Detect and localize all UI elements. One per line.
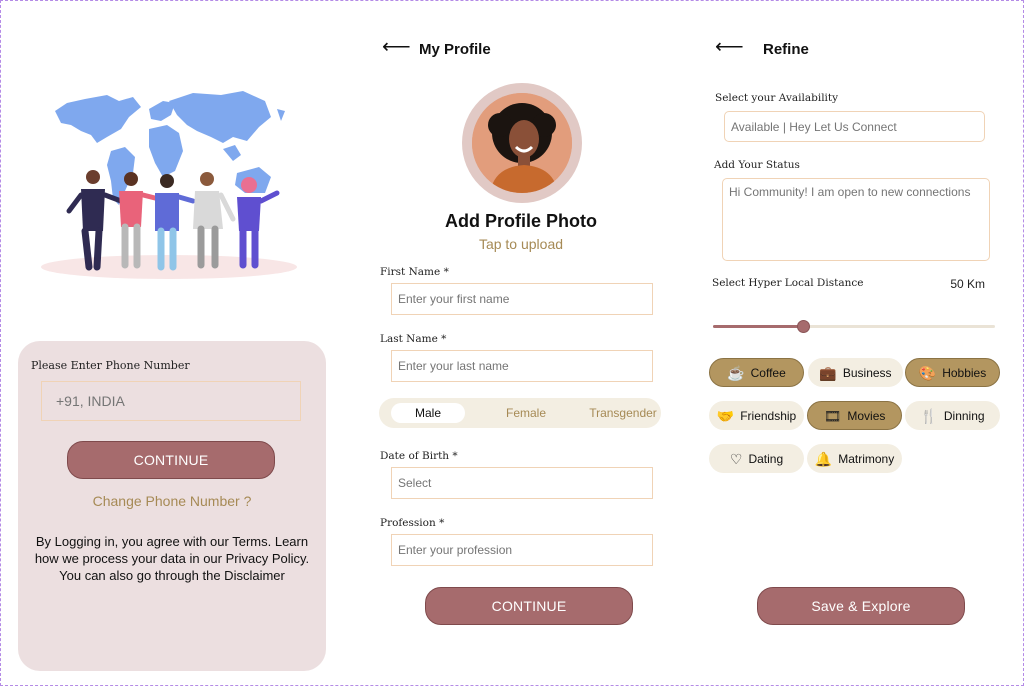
coffee-cup-icon: ☕	[727, 364, 745, 381]
briefcase-icon: 💼	[819, 364, 837, 381]
phone-label: Please Enter Phone Number	[31, 359, 190, 372]
profile-photo-image	[472, 93, 572, 193]
chip-label: Movies	[847, 408, 886, 423]
gender-option-female[interactable]: Female	[489, 403, 563, 423]
status-label: Add Your Status	[714, 159, 800, 171]
gender-option-transgender[interactable]: Transgender	[585, 403, 661, 423]
chip-friendship[interactable]: 🤝 Friendship	[709, 401, 804, 430]
dining-icon: 🍴	[920, 407, 938, 424]
terms-text: By Logging in, you agree with our Terms.…	[34, 534, 310, 583]
last-name-input[interactable]	[391, 350, 653, 382]
tap-to-upload-link[interactable]: Tap to upload	[421, 236, 621, 252]
first-name-input[interactable]	[391, 283, 653, 315]
last-name-label: Last Name *	[380, 333, 447, 345]
profession-input[interactable]	[391, 534, 653, 566]
first-name-label: First Name *	[380, 266, 449, 278]
handshake-icon: 🤝	[716, 407, 735, 424]
change-phone-link[interactable]: Change Phone Number ?	[18, 493, 326, 509]
bell-icon: 🔔	[814, 450, 833, 467]
gender-option-male[interactable]: Male	[391, 403, 465, 423]
chip-business[interactable]: 💼 Business	[808, 358, 903, 387]
slider-thumb[interactable]	[797, 320, 810, 333]
add-photo-heading: Add Profile Photo	[445, 211, 597, 231]
profile-continue-button[interactable]: CONTINUE	[425, 587, 633, 625]
distance-label: Select Hyper Local Distance	[712, 277, 864, 289]
chip-label: Dinning	[943, 408, 985, 423]
distance-value: 50 Km	[950, 277, 985, 291]
chip-hobbies[interactable]: 🎨 Hobbies	[905, 358, 1000, 387]
chip-label: Dating	[748, 451, 784, 466]
distance-slider[interactable]	[713, 319, 995, 335]
profession-label: Profession *	[380, 517, 445, 529]
dob-select[interactable]	[391, 467, 653, 499]
chip-matrimony[interactable]: 🔔 Matrimony	[807, 444, 902, 473]
back-arrow-icon[interactable]: ⟵	[382, 37, 411, 57]
community-world-map-illustration	[41, 91, 297, 279]
chip-label: Matrimony	[838, 451, 895, 466]
chip-dinning[interactable]: 🍴 Dinning	[905, 401, 1000, 430]
page-frame: Please Enter Phone Number CONTINUE Chang…	[0, 0, 1024, 686]
dob-label: Date of Birth *	[380, 450, 458, 462]
heart-icon: ♡	[729, 450, 743, 467]
profile-title: My Profile	[419, 41, 491, 58]
refine-title: Refine	[763, 41, 809, 58]
palette-icon: 🎨	[918, 364, 937, 381]
profile-avatar[interactable]	[472, 93, 572, 193]
chip-label: Business	[842, 365, 892, 380]
chip-coffee[interactable]: ☕ Coffee	[709, 358, 804, 387]
chip-label: Coffee	[750, 365, 786, 380]
chip-label: Friendship	[740, 408, 797, 423]
availability-input[interactable]	[724, 111, 985, 142]
login-continue-button[interactable]: CONTINUE	[67, 441, 275, 479]
film-icon: 🎞	[823, 407, 842, 424]
refine-back-arrow-icon[interactable]: ⟵	[715, 37, 744, 57]
chip-movies[interactable]: 🎞 Movies	[807, 401, 902, 430]
chip-label: Hobbies	[942, 365, 987, 380]
chip-dating[interactable]: ♡ Dating	[709, 444, 804, 473]
status-textarea[interactable]	[722, 178, 990, 261]
phone-input[interactable]	[41, 381, 301, 421]
slider-fill	[713, 325, 803, 328]
availability-label: Select your Availability	[715, 92, 839, 104]
save-explore-button[interactable]: Save & Explore	[757, 587, 965, 625]
gender-selector: Male Female Transgender	[379, 398, 661, 428]
